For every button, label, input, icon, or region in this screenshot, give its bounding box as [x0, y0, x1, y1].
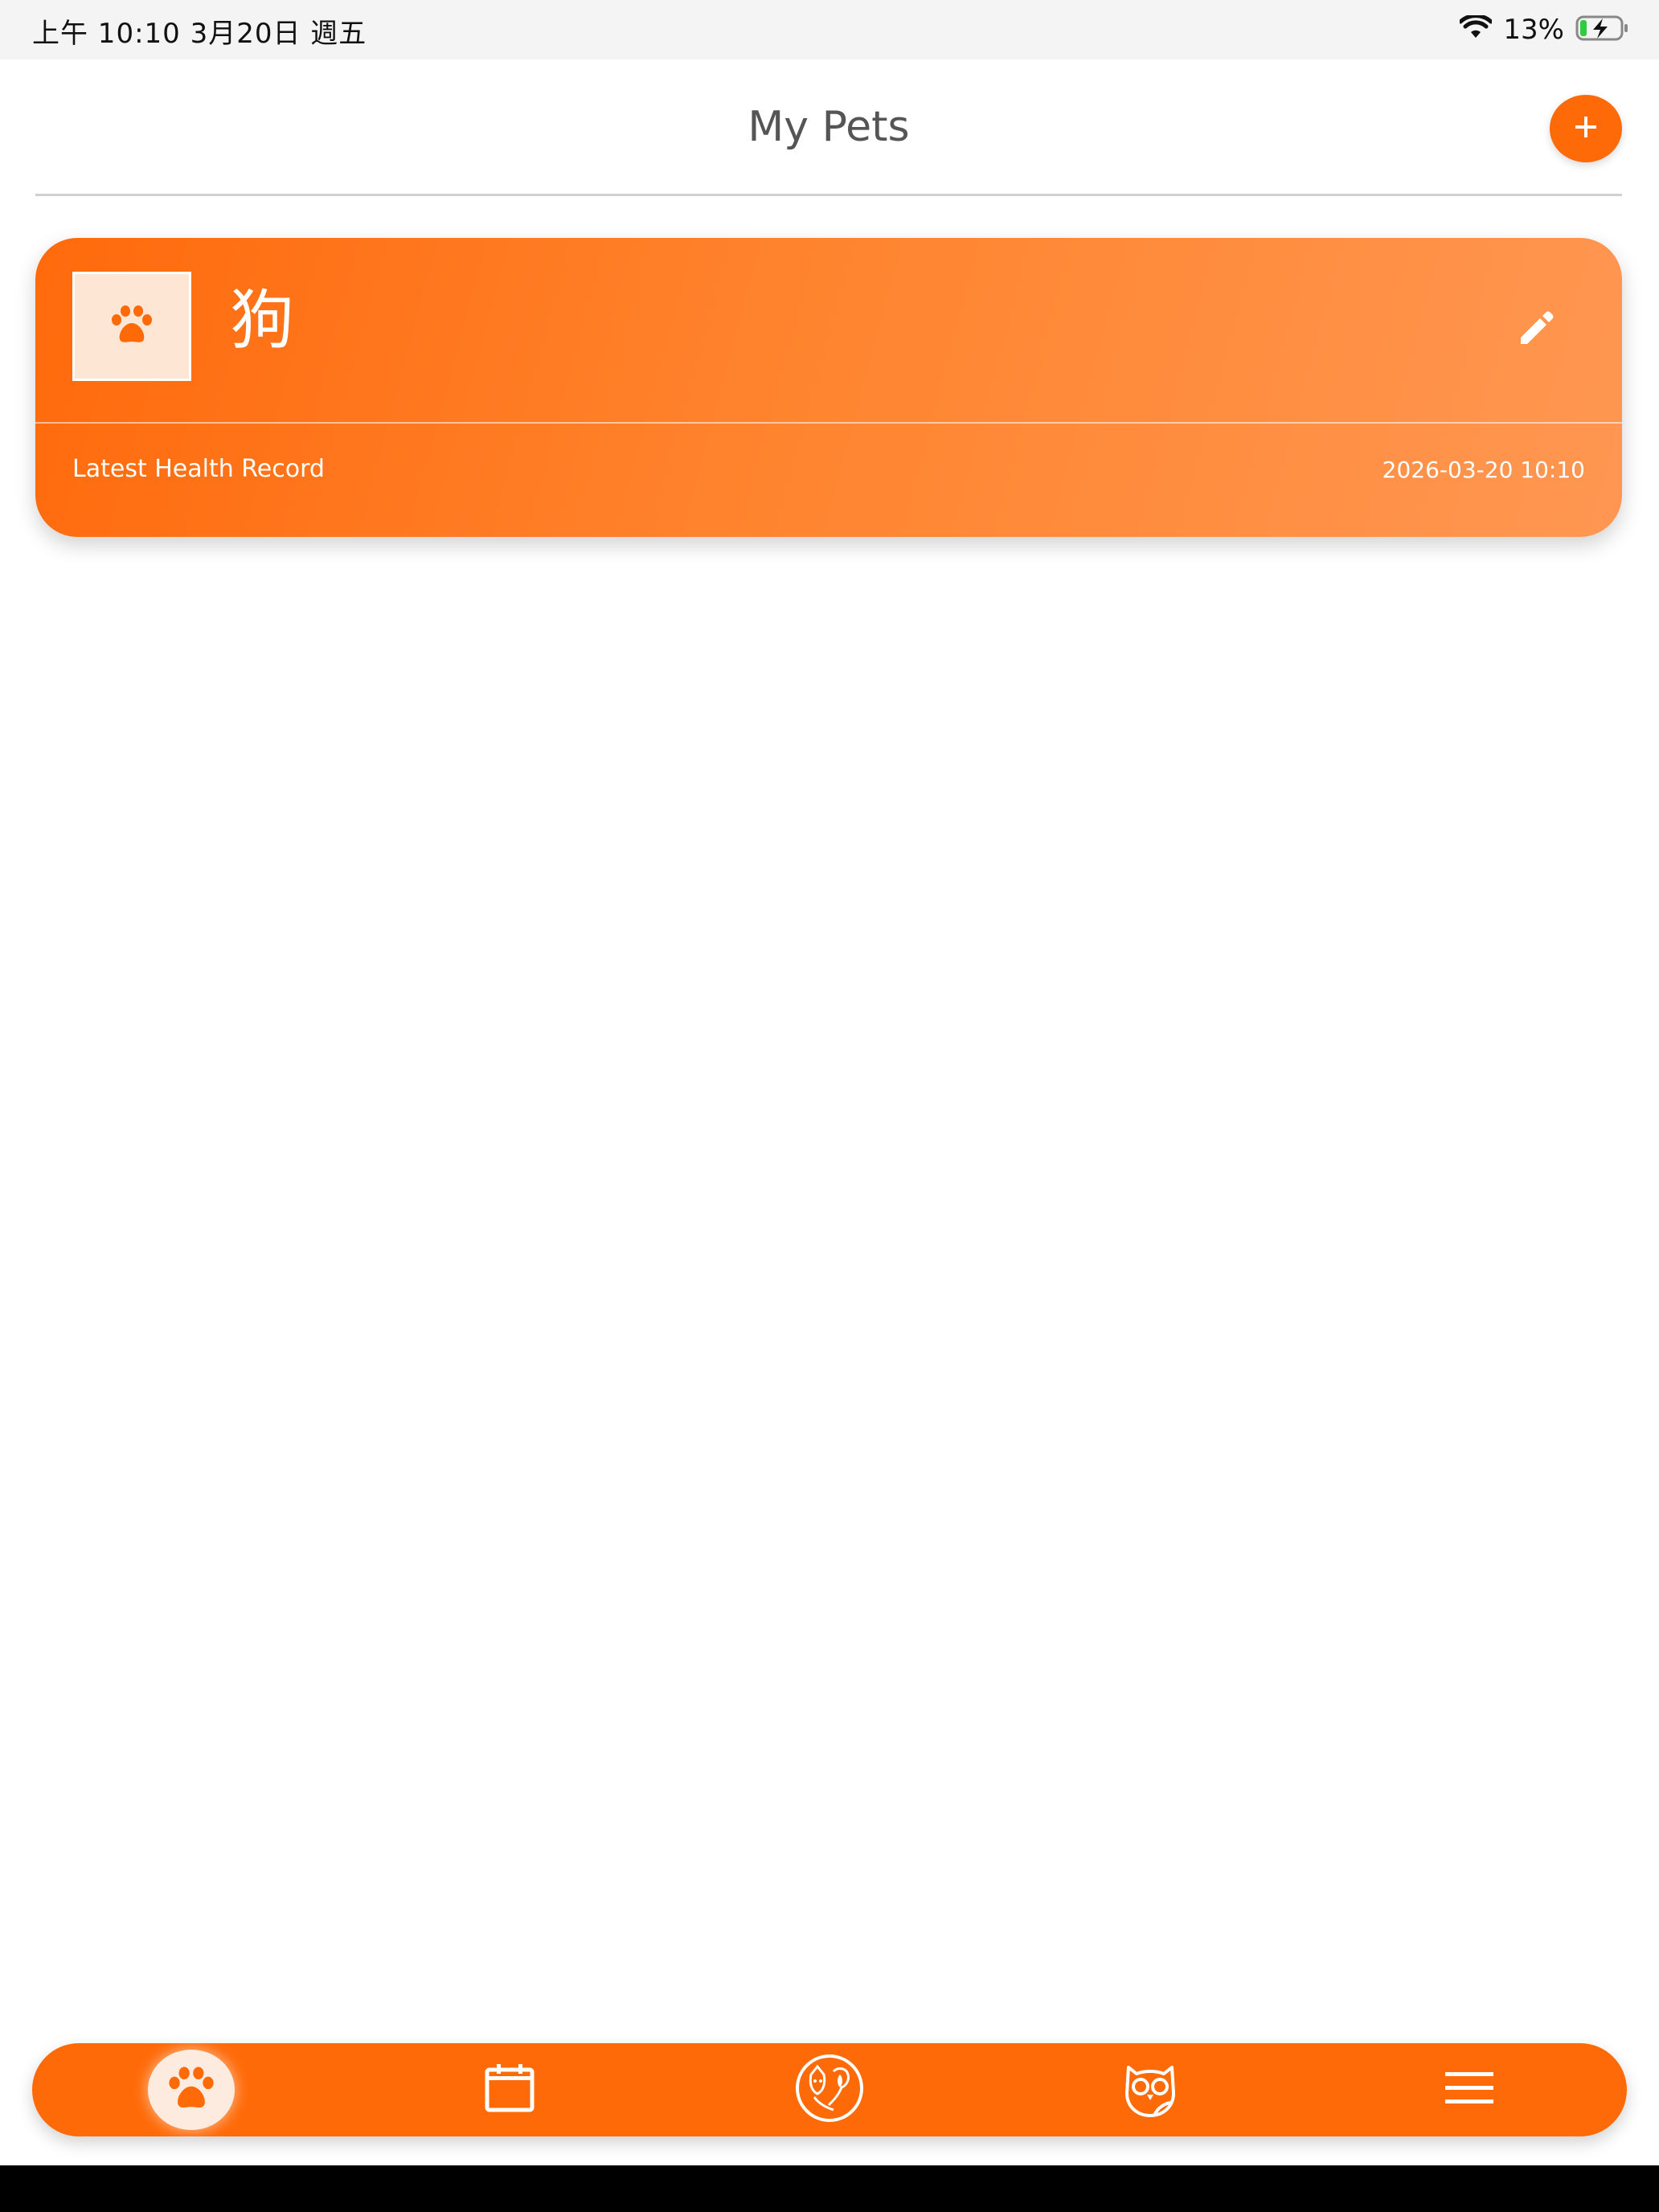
status-indicators: 13%: [1458, 11, 1630, 48]
tab-menu[interactable]: [1405, 2043, 1534, 2136]
page-title: My Pets: [748, 103, 910, 151]
tab-active-indicator: [148, 2050, 235, 2130]
status-time: 上午 10:10 3月20日 週五: [32, 18, 367, 50]
pet-avatar: [72, 272, 191, 381]
tab-owl[interactable]: [1086, 2043, 1215, 2136]
wifi-icon: [1458, 13, 1493, 45]
tab-vet[interactable]: [765, 2043, 894, 2136]
calendar-icon: [483, 2062, 536, 2119]
pet-name: 狗: [230, 283, 294, 358]
plus-icon: [1573, 114, 1599, 144]
pencil-icon: [1516, 307, 1558, 353]
health-record-label: Latest Health Record: [72, 455, 325, 483]
status-bar: 上午 10:10 3月20日 週五 13%: [0, 0, 1659, 59]
battery-charging-icon: [1575, 14, 1630, 46]
home-indicator-area: [0, 2165, 1659, 2212]
tab-pets[interactable]: [127, 2043, 256, 2136]
page-header: My Pets: [35, 59, 1622, 196]
paw-icon: [166, 2065, 217, 2116]
tab-calendar[interactable]: [445, 2043, 574, 2136]
card-divider: [35, 422, 1622, 424]
paw-icon: [109, 304, 155, 350]
health-record-date: 2026-03-20 10:10: [1382, 457, 1585, 483]
edit-pet-button[interactable]: [1511, 304, 1563, 355]
pet-card[interactable]: 狗 Latest Health Record 2026-03-20 10:10: [35, 238, 1622, 537]
pet-doctor-icon: [793, 2054, 866, 2127]
battery-percent: 13%: [1503, 14, 1564, 46]
owl-icon: [1122, 2058, 1178, 2123]
bottom-tab-bar: [32, 2043, 1627, 2136]
menu-icon: [1445, 2071, 1493, 2110]
add-pet-button[interactable]: [1550, 95, 1622, 162]
